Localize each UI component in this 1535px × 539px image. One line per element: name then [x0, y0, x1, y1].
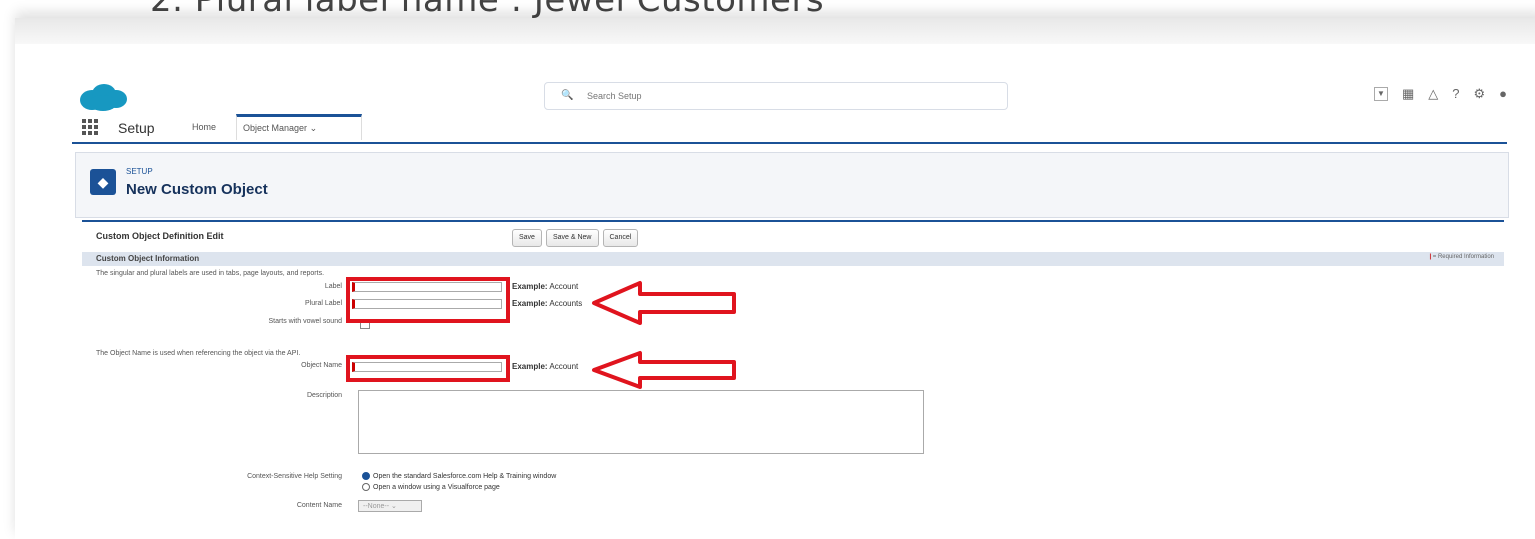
- label-example: Example: Account: [512, 282, 579, 291]
- chevron-down-icon: ⌄: [309, 123, 318, 133]
- label-fields-highlight: [346, 277, 510, 323]
- custom-object-icon: ◆: [90, 169, 116, 195]
- form-section-title: Custom Object Definition Edit: [96, 231, 224, 241]
- label-intro-text: The singular and plural labels are used …: [96, 270, 325, 277]
- app-launcher-icon[interactable]: [82, 119, 98, 135]
- app-name: Setup: [118, 120, 155, 136]
- cancel-button[interactable]: Cancel: [602, 229, 639, 247]
- context-navbar: Setup Home Object Manager ⌄: [72, 114, 1507, 144]
- tab-object-manager-label: Object Manager: [243, 123, 308, 133]
- trailhead-icon[interactable]: △: [1428, 86, 1438, 102]
- gear-icon[interactable]: ⚙: [1473, 86, 1485, 102]
- bell-icon[interactable]: ●: [1499, 86, 1507, 102]
- description-label: Description: [306, 392, 342, 399]
- favorites-icon[interactable]: ▼: [1373, 87, 1388, 101]
- tutorial-caption: 2. Plural label name : Jewel Customers: [150, 0, 825, 20]
- screenshot-top-band: [15, 18, 1535, 44]
- page-header: ◆ SETUP New Custom Object: [75, 152, 1509, 218]
- label-field-label: Label: [324, 283, 342, 290]
- help-setting-label: Context-Sensitive Help Setting: [247, 473, 342, 480]
- tab-object-manager[interactable]: Object Manager ⌄: [236, 114, 362, 140]
- salesforce-setup-app: 🔍 Search Setup ▼ ▦ △ ? ⚙ ● Setup Home Ob…: [72, 76, 1509, 527]
- header-icons: ▼ ▦ △ ? ⚙ ●: [1373, 86, 1507, 102]
- radio-selected-icon: [362, 472, 370, 480]
- breadcrumb[interactable]: SETUP: [126, 167, 153, 176]
- page-title: New Custom Object: [126, 181, 268, 198]
- plural-label-example: Example: Accounts: [512, 299, 583, 308]
- info-section-bar: Custom Object Information | = Required I…: [82, 252, 1504, 266]
- salesforce-cloud-logo[interactable]: [78, 82, 128, 112]
- required-legend: | = Required Information: [1429, 254, 1494, 260]
- content-name-label: Content Name: [296, 502, 342, 509]
- help-option-visualforce[interactable]: Open a window using a Visualforce page: [362, 483, 500, 491]
- search-placeholder: Search Setup: [587, 91, 642, 101]
- radio-icon: [362, 483, 370, 491]
- object-name-intro-text: The Object Name is used when referencing…: [96, 350, 301, 357]
- help-option-standard[interactable]: Open the standard Salesforce.com Help & …: [362, 472, 556, 480]
- vowel-sound-label: Starts with vowel sound: [268, 318, 342, 325]
- description-textarea[interactable]: [358, 390, 924, 454]
- help-icon[interactable]: ?: [1452, 86, 1459, 102]
- info-section-title: Custom Object Information: [96, 254, 200, 263]
- search-icon: 🔍: [561, 90, 574, 101]
- tab-home[interactable]: Home: [192, 122, 216, 132]
- arrow-left-icon: [592, 351, 736, 389]
- plural-label-field-label: Plural Label: [305, 300, 342, 307]
- custom-object-edit-form: Custom Object Definition Edit Save Save …: [82, 220, 1504, 527]
- search-setup-input[interactable]: 🔍 Search Setup: [544, 82, 1008, 110]
- object-name-field-label: Object Name: [301, 362, 342, 369]
- add-icon[interactable]: ▦: [1402, 86, 1414, 102]
- save-button[interactable]: Save: [512, 229, 542, 247]
- arrow-left-icon: [592, 281, 736, 325]
- global-header: 🔍 Search Setup ▼ ▦ △ ? ⚙ ●: [72, 76, 1507, 114]
- object-name-example: Example: Account: [512, 362, 579, 371]
- save-new-button[interactable]: Save & New: [545, 229, 599, 247]
- form-buttons: Save Save & New Cancel: [512, 229, 639, 247]
- object-name-highlight: [346, 355, 510, 382]
- content-name-select[interactable]: --None-- ⌄: [358, 500, 422, 512]
